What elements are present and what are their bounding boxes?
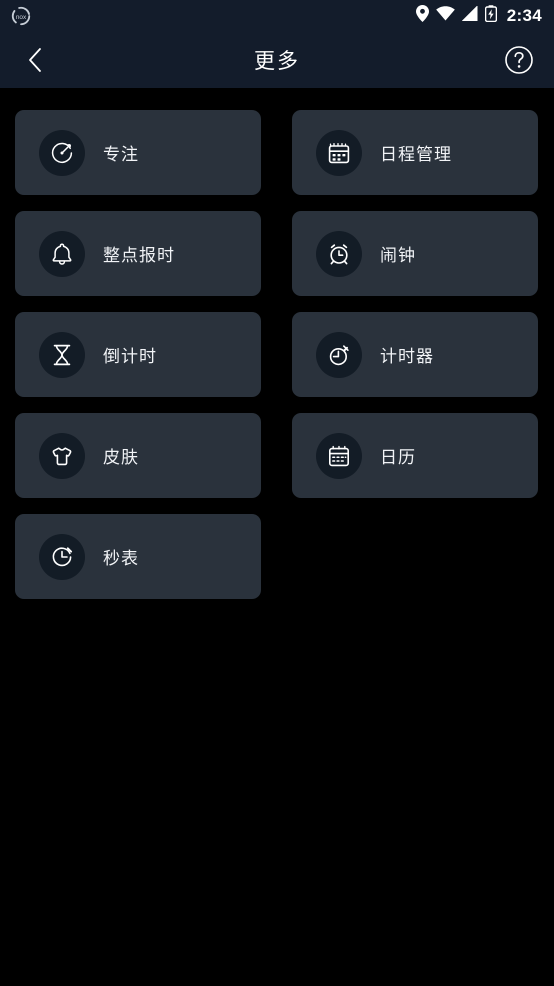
status-bar: nox 2:34 — [0, 0, 554, 32]
feature-card-label: 整点报时 — [103, 246, 175, 265]
feature-card-schedule[interactable]: 日程管理 — [292, 110, 538, 195]
back-chevron-icon[interactable] — [18, 43, 52, 77]
feature-card-skin[interactable]: 皮肤 — [15, 413, 261, 498]
nox-logo-icon: nox — [10, 5, 32, 27]
feature-card-label: 专注 — [103, 145, 139, 164]
more-features-content: 专注 日程管理 整点报时 闹钟 倒计时 计时器 皮肤 日历 秒表 — [0, 88, 554, 986]
feature-card-focus[interactable]: 专注 — [15, 110, 261, 195]
status-bar-notifications: nox — [10, 5, 32, 27]
hourglass-icon — [39, 331, 85, 378]
cellular-signal-icon — [461, 5, 478, 26]
svg-text:nox: nox — [16, 14, 27, 21]
feature-card-label: 皮肤 — [103, 448, 139, 467]
calendar-icon — [316, 432, 362, 479]
status-bar-clock: 2:34 — [506, 6, 542, 25]
feature-card-calendar[interactable]: 日历 — [292, 413, 538, 498]
stopwatch-dial-icon — [39, 533, 85, 580]
phone-screen: nox 2:34 更多 专注 日程管理 整点报时 闹钟 倒计时 计时器 皮肤 日… — [0, 0, 554, 986]
feature-card-countdown[interactable]: 倒计时 — [15, 312, 261, 397]
feature-card-hourly-chime[interactable]: 整点报时 — [15, 211, 261, 296]
feature-card-stopwatch[interactable]: 秒表 — [15, 514, 261, 599]
battery-charging-icon — [484, 5, 497, 27]
page-title: 更多 — [254, 50, 300, 73]
bell-icon — [39, 230, 85, 277]
feature-card-label: 秒表 — [103, 549, 139, 568]
tshirt-icon — [39, 432, 85, 479]
feature-card-label: 日程管理 — [380, 145, 452, 164]
feature-card-label: 倒计时 — [103, 347, 157, 366]
feature-card-timer[interactable]: 计时器 — [292, 312, 538, 397]
feature-card-label: 闹钟 — [380, 246, 416, 265]
feature-card-label: 日历 — [380, 448, 416, 467]
location-pin-icon — [415, 5, 429, 27]
feature-card-alarm[interactable]: 闹钟 — [292, 211, 538, 296]
feature-grid: 专注 日程管理 整点报时 闹钟 倒计时 计时器 皮肤 日历 秒表 — [15, 110, 539, 599]
feature-card-label: 计时器 — [380, 347, 434, 366]
status-bar-indicators: 2:34 — [415, 5, 542, 27]
stopwatch-icon — [316, 331, 362, 378]
app-bar: 更多 — [0, 32, 554, 88]
help-circle-icon[interactable] — [502, 43, 536, 77]
alarm-clock-icon — [316, 230, 362, 277]
schedule-calendar-icon — [316, 129, 362, 176]
focus-gauge-icon — [39, 129, 85, 176]
wifi-icon — [435, 6, 455, 26]
